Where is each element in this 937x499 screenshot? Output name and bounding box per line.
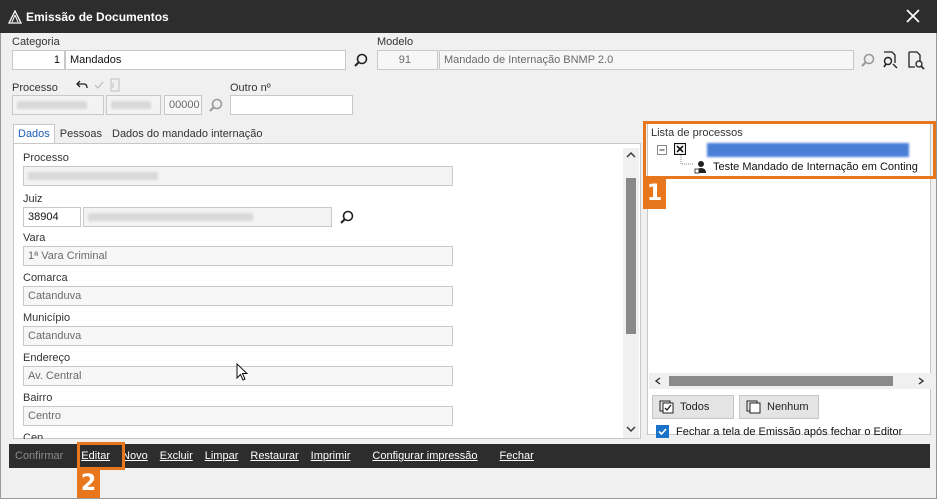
- comarca-field[interactable]: Catanduva: [23, 286, 453, 306]
- select-all-button[interactable]: Todos: [652, 395, 734, 419]
- processo-year-field[interactable]: [106, 95, 161, 115]
- process-list-hscrollbar[interactable]: [649, 373, 931, 389]
- juiz-code-field[interactable]: 38904: [23, 207, 81, 227]
- scroll-down-icon[interactable]: [626, 425, 636, 433]
- app-icon: [8, 9, 22, 24]
- tab-strip: Dados Pessoas Dados do mandado internaçã…: [13, 124, 267, 144]
- mouse-cursor-icon: [236, 363, 249, 381]
- comarca-label: Comarca: [23, 272, 68, 284]
- modelo-value-field[interactable]: Mandado de Internação BNMP 2.0: [439, 50, 854, 70]
- juiz-name-field[interactable]: [83, 207, 332, 227]
- hscroll-thumb[interactable]: [669, 376, 893, 386]
- callout-box-1: [643, 121, 936, 179]
- modelo-search-icon[interactable]: [859, 52, 877, 70]
- municipio-label: Município: [23, 312, 71, 324]
- title-bar: Emissão de Documentos: [0, 0, 937, 33]
- processo-suffix-field[interactable]: 00000: [164, 95, 202, 115]
- callout-badge-2: 2: [77, 470, 100, 498]
- endereco-label: Endereço: [23, 352, 71, 364]
- close-button[interactable]: Fechar: [494, 450, 540, 462]
- check-icon: [94, 81, 104, 89]
- categoria-code-field[interactable]: 1: [12, 50, 65, 70]
- form-scrollbar[interactable]: [623, 148, 639, 438]
- clear-button[interactable]: Limpar: [199, 450, 245, 462]
- processo-search-icon[interactable]: [207, 97, 225, 115]
- modelo-label: Modelo: [377, 36, 414, 48]
- document-icon: [110, 78, 120, 92]
- categoria-label: Categoria: [12, 36, 60, 48]
- close-icon[interactable]: [905, 8, 921, 24]
- outro-label: Outro nº: [230, 82, 271, 94]
- tab-pessoas[interactable]: Pessoas: [55, 124, 107, 144]
- model-settings-icon[interactable]: [880, 50, 900, 70]
- municipio-field[interactable]: Catanduva: [23, 326, 453, 346]
- outro-number-field[interactable]: [230, 95, 353, 115]
- close-after-editor-label[interactable]: Fechar a tela de Emissão após fechar o E…: [676, 426, 902, 438]
- check-all-icon: [659, 400, 674, 414]
- categoria-search-icon[interactable]: [352, 52, 370, 70]
- window-title: Emissão de Documentos: [26, 9, 169, 24]
- processo-number-field[interactable]: [12, 95, 104, 115]
- callout-box-2: [77, 442, 125, 470]
- juiz-label: Juiz: [23, 193, 43, 205]
- modelo-code-field[interactable]: 91: [377, 50, 438, 70]
- callout-badge-1: 1: [643, 179, 666, 209]
- vara-field[interactable]: 1ª Vara Criminal: [23, 246, 453, 266]
- model-preview-icon[interactable]: [906, 50, 926, 70]
- uncheck-all-icon: [746, 400, 761, 414]
- print-button[interactable]: Imprimir: [305, 450, 357, 462]
- undo-icon[interactable]: [75, 78, 89, 92]
- print-settings-button[interactable]: Configurar impressão: [366, 450, 483, 462]
- scroll-right-icon[interactable]: [917, 377, 925, 385]
- scroll-left-icon[interactable]: [654, 377, 662, 385]
- select-none-button[interactable]: Nenhum: [739, 395, 819, 419]
- main-window: Categoria 1 Mandados Modelo 91 Mandado d…: [0, 33, 937, 499]
- close-after-editor-checkbox[interactable]: [656, 425, 669, 438]
- bairro-label: Bairro: [23, 392, 53, 404]
- vara-label: Vara: [23, 232, 46, 244]
- juiz-search-icon[interactable]: [338, 209, 356, 227]
- action-bar: Confirmar Editar Novo Excluir Limpar Res…: [9, 444, 930, 468]
- checkmark-icon: [658, 428, 667, 436]
- processo-label: Processo: [12, 82, 58, 94]
- tab-dados-mandado[interactable]: Dados do mandado internação: [107, 124, 267, 144]
- categoria-value-field[interactable]: Mandados: [65, 50, 346, 70]
- cep-label: Cep: [23, 432, 44, 439]
- form-processo-label: Processo: [23, 152, 69, 164]
- scroll-thumb[interactable]: [626, 178, 636, 334]
- restore-button[interactable]: Restaurar: [244, 450, 304, 462]
- delete-button[interactable]: Excluir: [154, 450, 199, 462]
- tab-dados[interactable]: Dados: [13, 124, 55, 144]
- select-all-label: Todos: [680, 401, 710, 413]
- bairro-field[interactable]: Centro: [23, 406, 453, 426]
- scroll-up-icon[interactable]: [626, 151, 636, 159]
- form-processo-field[interactable]: [23, 166, 453, 186]
- select-none-label: Nenhum: [767, 401, 809, 413]
- confirm-button[interactable]: Confirmar: [9, 450, 69, 462]
